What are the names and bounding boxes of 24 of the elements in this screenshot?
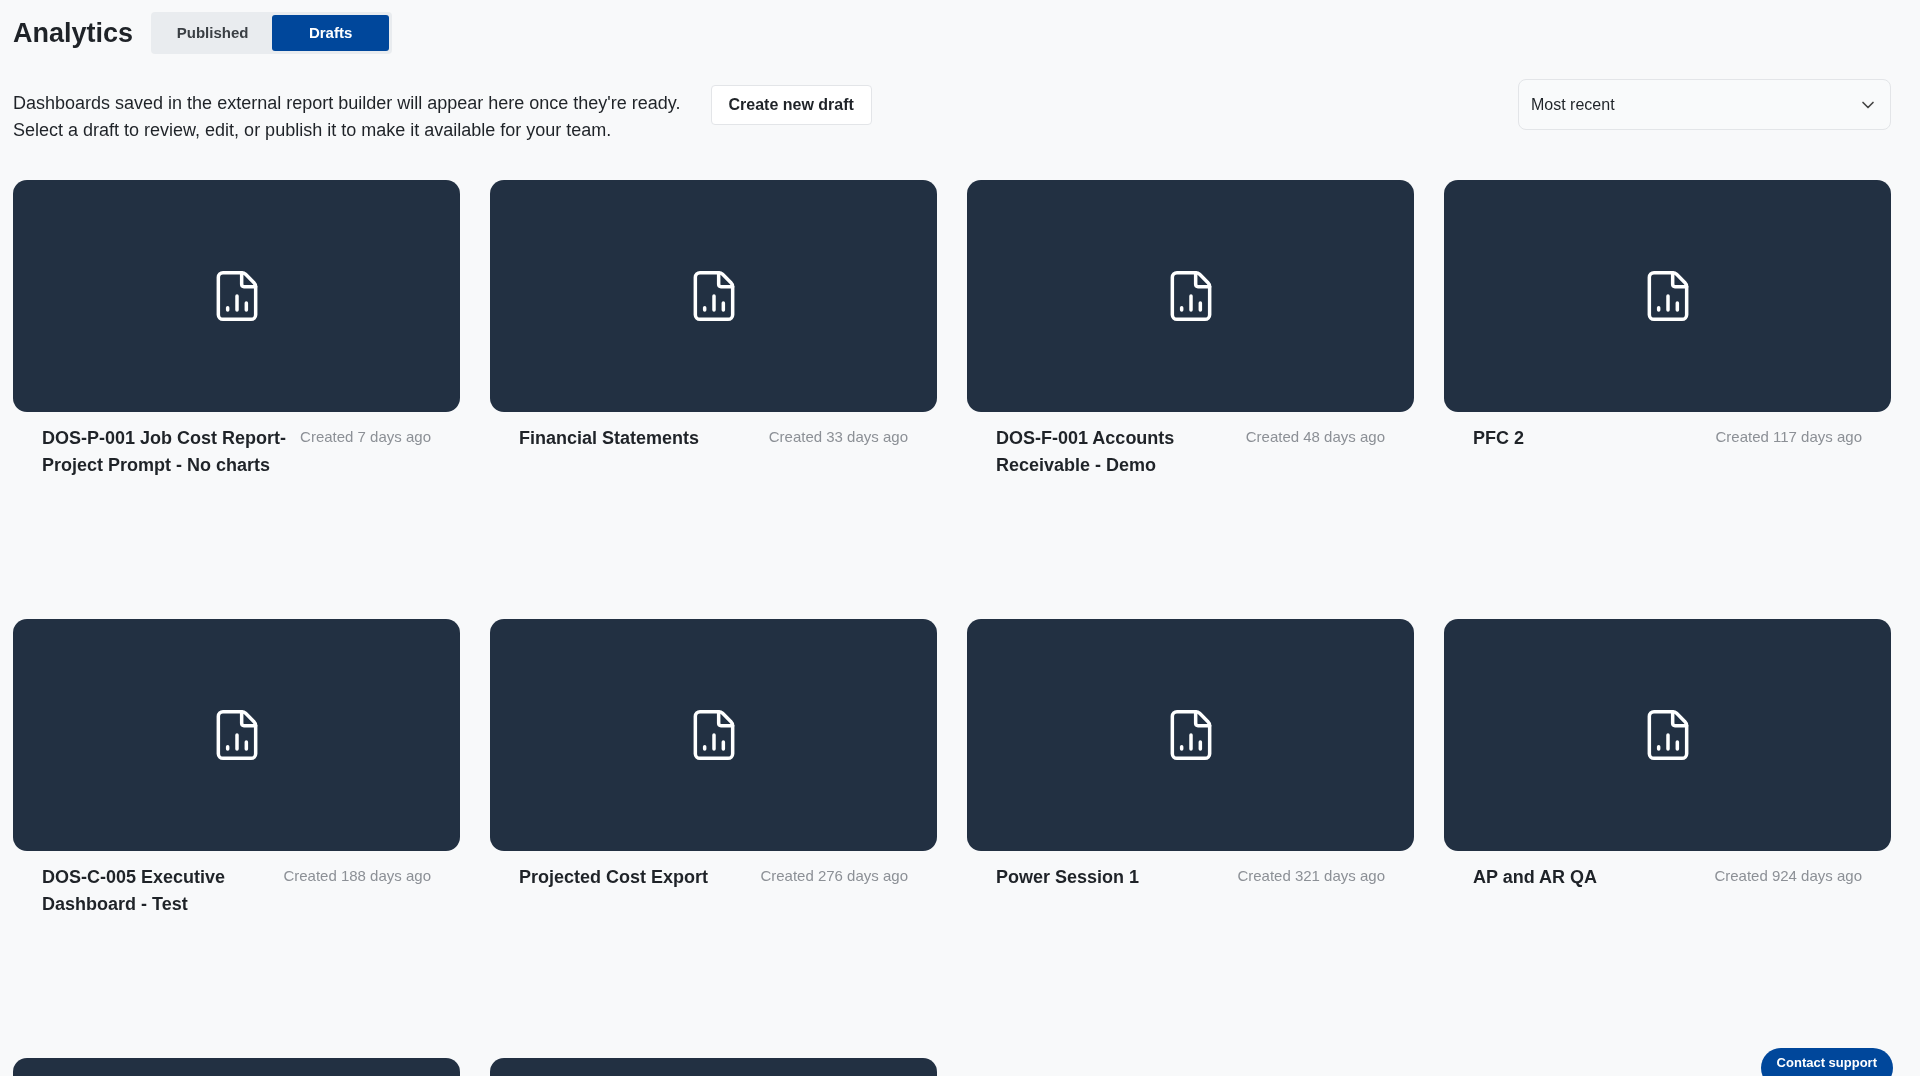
draft-title[interactable]: AP and AR QA — [1473, 864, 1597, 891]
draft-title[interactable]: DOS-F-001 Accounts Receivable - Demo — [996, 425, 1238, 479]
tab[interactable]: Published — [154, 15, 272, 51]
draft-title[interactable]: Power Session 1 — [996, 864, 1140, 891]
draft-title[interactable]: DOS-P-001 Job Cost Report- Project Prompt - No charts — [42, 425, 287, 479]
tab[interactable]: Drafts — [272, 15, 390, 51]
created-date: Created 321 days ago — [1237, 866, 1385, 886]
created-date: Created 48 days ago — [1245, 427, 1385, 447]
created-date: Created 188 days ago — [283, 866, 431, 886]
description-text: Select a draft to review, edit, or publish it to make it available for your team. — [13, 119, 613, 142]
contact-support-button[interactable]: Contact support — [1760, 1048, 1893, 1076]
created-date: Created 924 days ago — [1714, 866, 1862, 886]
draft-title[interactable]: DOS-C-005 Executive Dashboard - Test — [42, 864, 276, 918]
draft-title[interactable]: Financial Statements — [519, 425, 700, 452]
description-text: Dashboards saved in the external report builder will appear here once they're ready. — [13, 92, 681, 115]
created-date: Created 276 days ago — [760, 866, 908, 886]
created-date: Created 7 days ago — [300, 427, 431, 447]
created-date: Created 33 days ago — [768, 427, 908, 447]
draft-title[interactable]: Projected Cost Export — [519, 864, 709, 891]
created-date: Created 117 days ago — [1715, 427, 1862, 447]
create-draft-button[interactable]: Create new draft — [710, 85, 872, 125]
page-title: Analytics — [13, 16, 134, 50]
draft-title[interactable]: PFC 2 — [1473, 425, 1524, 452]
sort-select[interactable]: Most recent — [1518, 79, 1891, 130]
